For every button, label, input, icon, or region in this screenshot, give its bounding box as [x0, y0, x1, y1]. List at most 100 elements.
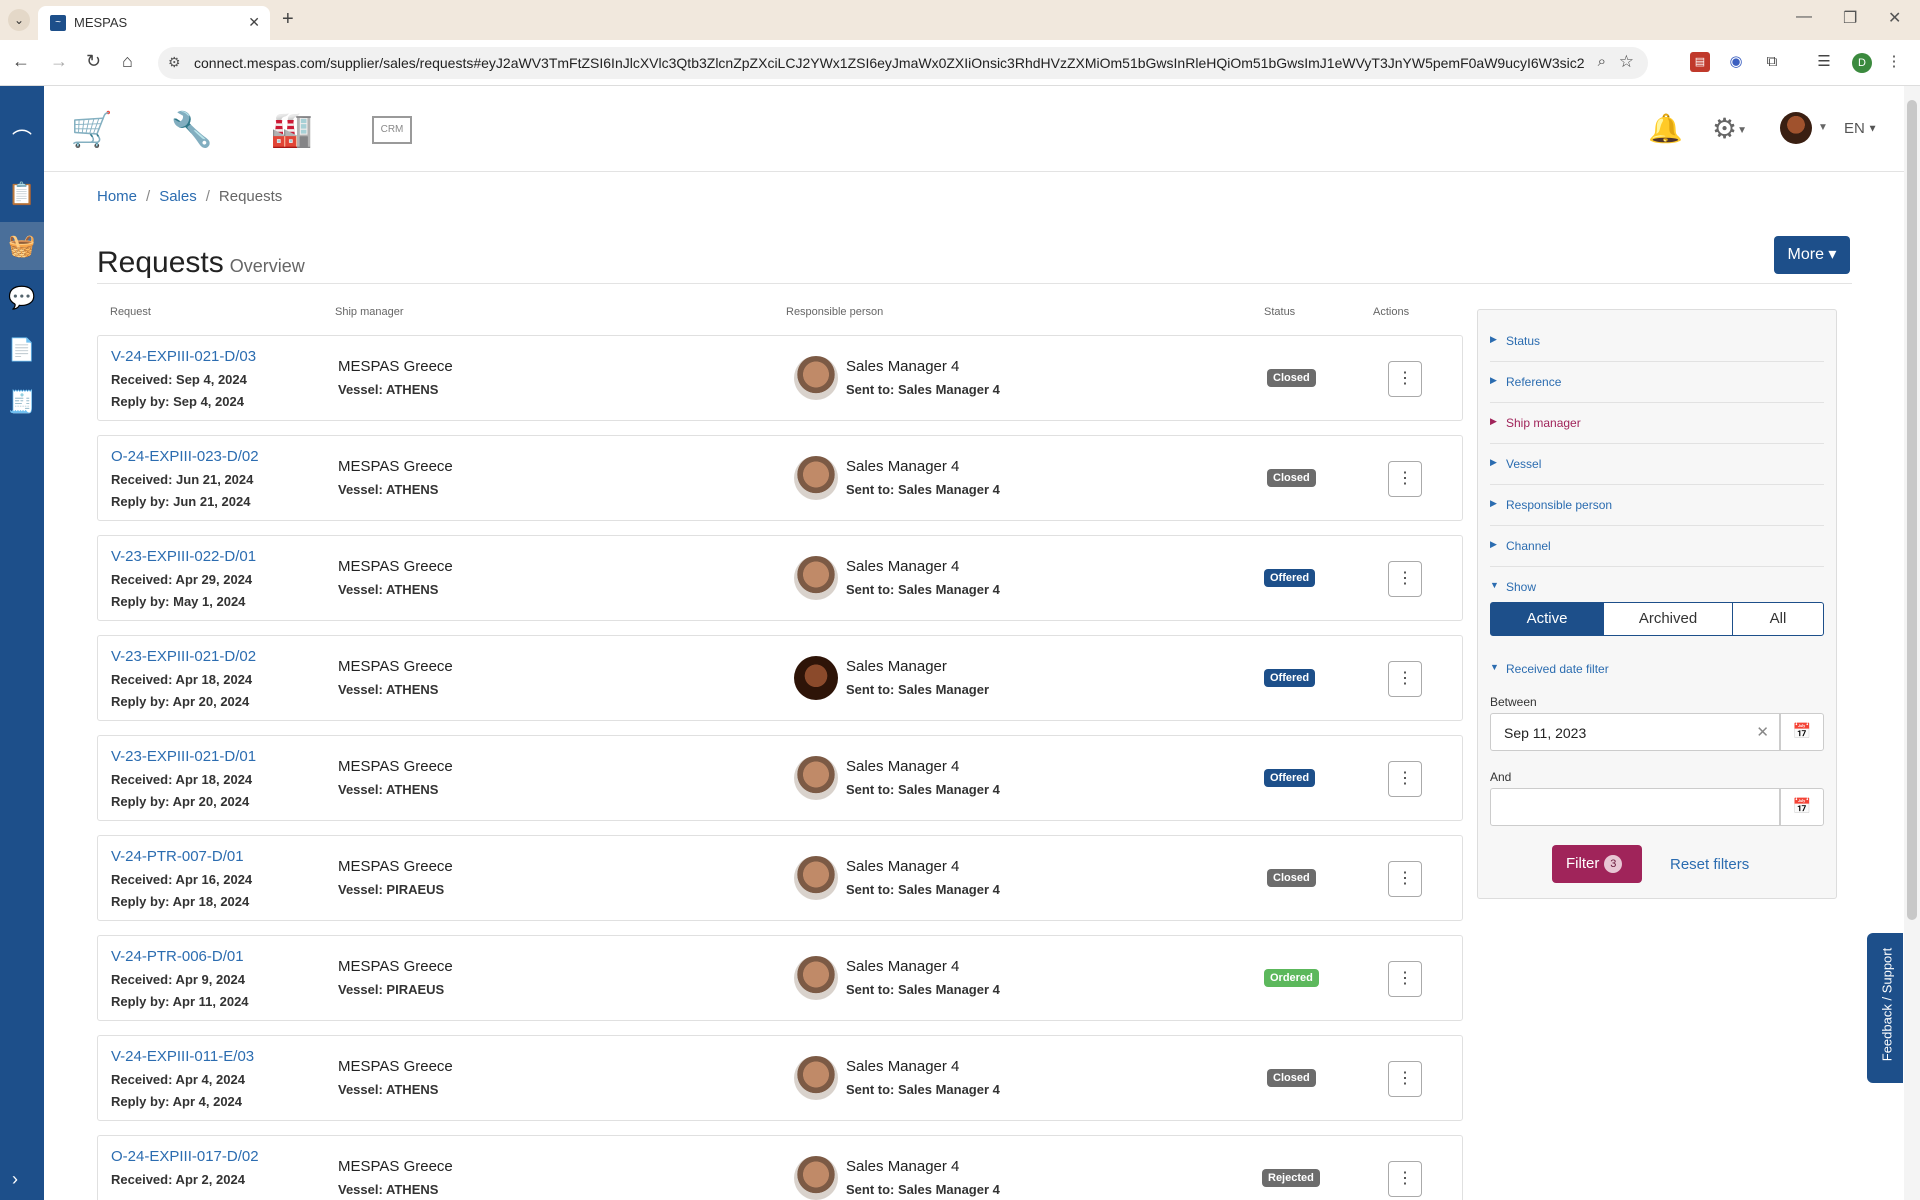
forward-icon[interactable]: → [50, 51, 68, 72]
sent-to: Sent to: Sales Manager 4 [846, 482, 1000, 497]
filter-section-channel[interactable]: ▶ Channel [1490, 527, 1824, 567]
mespas-logo-icon[interactable]: ︵ [6, 110, 38, 139]
more-button[interactable]: More ▾ [1774, 236, 1850, 274]
between-date-input[interactable]: Sep 11, 2023 ✕ [1490, 713, 1780, 751]
breadcrumb-home[interactable]: Home [97, 188, 137, 205]
settings-gear-icon[interactable]: ⚙▼ [1712, 112, 1747, 145]
filter-section-ship-manager[interactable]: ▶ Ship manager [1490, 404, 1824, 444]
breadcrumb-sales[interactable]: Sales [159, 188, 197, 205]
filter-section-responsible-person[interactable]: ▶ Responsible person [1490, 486, 1824, 526]
sent-to: Sent to: Sales Manager 4 [846, 782, 1000, 797]
status-badge: Offered [1264, 569, 1316, 587]
language-selector[interactable]: EN ▼ [1844, 120, 1878, 137]
page-scrollbar-thumb[interactable] [1907, 100, 1917, 920]
show-archived-button[interactable]: Archived [1604, 603, 1732, 635]
expand-triangle-icon: ▶ [1490, 539, 1497, 549]
crm-module-icon[interactable]: CRM [372, 116, 412, 144]
request-link[interactable]: V-24-PTR-007-D/01 [111, 848, 244, 865]
row-actions-button[interactable]: ⋮ [1388, 861, 1422, 897]
request-link[interactable]: V-23-EXPIII-022-D/01 [111, 548, 256, 565]
user-avatar[interactable] [1780, 112, 1812, 144]
request-link[interactable]: V-24-EXPIII-021-D/03 [111, 348, 256, 365]
browser-menu-icon[interactable]: ⋮ [1884, 52, 1904, 72]
request-link[interactable]: O-24-EXPIII-017-D/02 [111, 1148, 259, 1165]
extension-circle-icon[interactable]: ◉ [1726, 52, 1746, 72]
table-row[interactable]: V-24-PTR-007-D/01 Received: Apr 16, 2024 R… [97, 835, 1463, 921]
kebab-menu-icon: ⋮ [1397, 570, 1413, 587]
extensions-puzzle-icon[interactable]: ⧉ [1762, 52, 1782, 72]
row-actions-button[interactable]: ⋮ [1388, 961, 1422, 997]
browser-profile-avatar[interactable]: D [1852, 53, 1872, 73]
collapse-triangle-icon: ▼ [1490, 662, 1499, 672]
notifications-bell-icon[interactable]: 🔔 [1648, 112, 1683, 145]
zoom-icon[interactable]: ⌕ [1598, 53, 1606, 70]
table-row[interactable]: O-24-EXPIII-023-D/02 Received: Jun 21, 20… [97, 435, 1463, 521]
filter-section-status[interactable]: ▶ Status [1490, 322, 1824, 362]
and-calendar-icon[interactable]: 📅 [1780, 788, 1824, 826]
filter-section-label: Status [1506, 334, 1541, 348]
address-bar[interactable]: ⚙ connect.mespas.com/supplier/sales/requ… [158, 47, 1648, 79]
row-actions-button[interactable]: ⋮ [1388, 661, 1422, 697]
row-actions-button[interactable]: ⋮ [1388, 561, 1422, 597]
sidebar-orders-icon[interactable]: 📄 [0, 326, 44, 374]
filter-button[interactable]: Filter 3 [1552, 845, 1642, 883]
expand-triangle-icon: ▶ [1490, 498, 1497, 508]
request-link[interactable]: V-23-EXPIII-021-D/02 [111, 648, 256, 665]
table-row[interactable]: V-23-EXPIII-022-D/01 Received: Apr 29, 20… [97, 535, 1463, 621]
show-active-button[interactable]: Active [1491, 603, 1603, 635]
cart-module-icon[interactable]: 🛒 [70, 110, 114, 150]
row-actions-button[interactable]: ⋮ [1388, 1061, 1422, 1097]
tab-close-icon[interactable]: ✕ [248, 14, 260, 31]
bookmark-star-icon[interactable]: ☆ [1619, 52, 1634, 72]
row-actions-button[interactable]: ⋮ [1388, 461, 1422, 497]
request-link[interactable]: O-24-EXPIII-023-D/02 [111, 448, 259, 465]
table-row[interactable]: V-23-EXPIII-021-D/01 Received: Apr 18, 20… [97, 735, 1463, 821]
filter-section-vessel[interactable]: ▶ Vessel [1490, 445, 1824, 485]
and-date-input[interactable] [1490, 788, 1780, 826]
restore-icon[interactable]: ❐ [1843, 8, 1857, 28]
request-link[interactable]: V-23-EXPIII-021-D/01 [111, 748, 256, 765]
factory-module-icon[interactable]: 🏭 [270, 110, 314, 150]
filter-section-date[interactable]: ▼ Received date filter [1490, 650, 1824, 690]
new-tab-icon[interactable]: + [282, 8, 294, 31]
show-segmented-control: Active Archived All [1490, 602, 1824, 636]
vessel-name: Vessel: PIRAEUS [338, 982, 445, 997]
reload-icon[interactable]: ↻ [86, 51, 101, 72]
tools-module-icon[interactable]: 🔧 [170, 110, 214, 150]
sidebar-expand-icon[interactable]: › [12, 1169, 18, 1190]
back-icon[interactable]: ← [12, 51, 30, 72]
reading-list-icon[interactable]: ☰ [1814, 52, 1834, 72]
home-icon[interactable]: ⌂ [122, 51, 133, 72]
between-date-value: Sep 11, 2023 [1504, 725, 1587, 741]
user-menu-caret-icon[interactable]: ▼ [1818, 122, 1828, 133]
show-all-button[interactable]: All [1733, 603, 1823, 635]
request-link[interactable]: V-24-EXPIII-011-E/03 [111, 1048, 254, 1065]
sidebar-quotes-icon[interactable]: 💬 [0, 274, 44, 322]
row-actions-button[interactable]: ⋮ [1388, 1161, 1422, 1197]
table-row[interactable]: V-23-EXPIII-021-D/02 Received: Apr 18, 20… [97, 635, 1463, 721]
site-info-icon[interactable]: ⚙ [168, 54, 181, 71]
between-calendar-icon[interactable]: 📅 [1780, 713, 1824, 751]
pdf-extension-icon[interactable]: ▤ [1690, 52, 1710, 72]
browser-tab[interactable]: ~ MESPAS ✕ [38, 6, 270, 40]
table-row[interactable]: V-24-PTR-006-D/01 Received: Apr 9, 2024 Re… [97, 935, 1463, 1021]
row-actions-button[interactable]: ⋮ [1388, 761, 1422, 797]
feedback-support-tab[interactable]: Feedback / Support [1867, 933, 1903, 1083]
minimize-icon[interactable]: — [1796, 8, 1812, 26]
filter-section-reference[interactable]: ▶ Reference [1490, 363, 1824, 403]
row-actions-button[interactable]: ⋮ [1388, 361, 1422, 397]
sidebar-basket-icon[interactable]: 🧺 [0, 222, 44, 270]
table-row[interactable]: V-24-EXPIII-011-E/03 Received: Apr 4, 202… [97, 1035, 1463, 1121]
received-date: Received: Apr 2, 2024 [111, 1172, 245, 1187]
url-text[interactable]: connect.mespas.com/supplier/sales/reques… [194, 55, 1584, 71]
close-window-icon[interactable]: ✕ [1888, 8, 1901, 28]
reset-filters-link[interactable]: Reset filters [1670, 856, 1749, 873]
breadcrumb-current: Requests [218, 188, 283, 205]
sidebar-clipboard-icon[interactable]: 📋 [0, 170, 44, 218]
request-link[interactable]: V-24-PTR-006-D/01 [111, 948, 244, 965]
sidebar-invoices-icon[interactable]: 🧾 [0, 378, 44, 426]
tab-search-icon[interactable]: ⌄ [8, 9, 30, 31]
clear-date-icon[interactable]: ✕ [1756, 723, 1769, 741]
table-row[interactable]: O-24-EXPIII-017-D/02 Received: Apr 2, 202… [97, 1135, 1463, 1200]
table-row[interactable]: V-24-EXPIII-021-D/03 Received: Sep 4, 202… [97, 335, 1463, 421]
